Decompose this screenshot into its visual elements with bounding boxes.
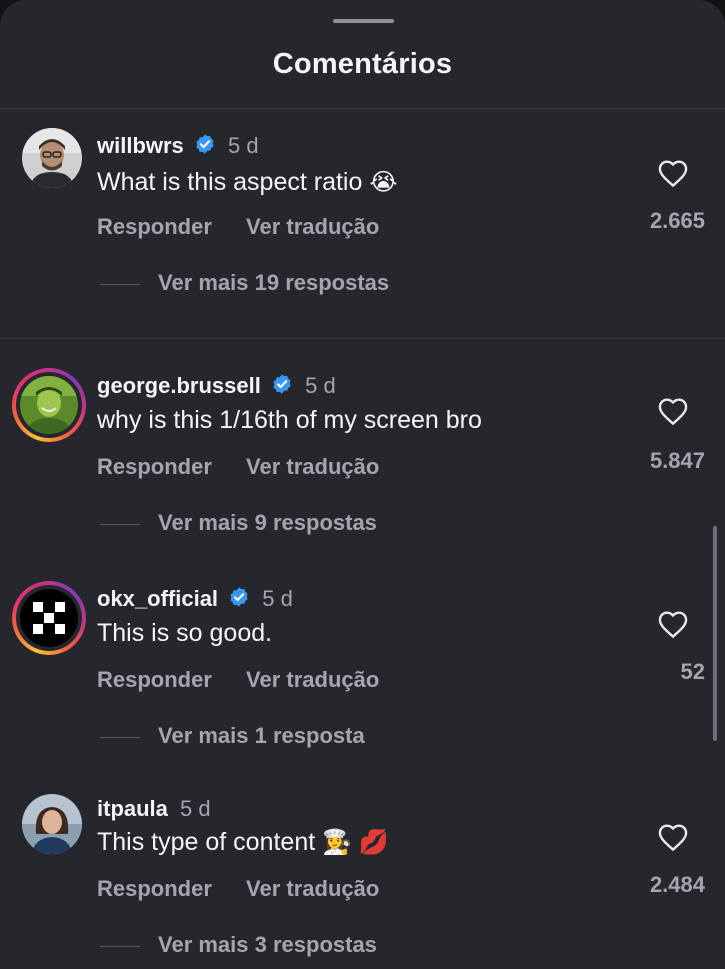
comment-meta: george.brussell 5 d xyxy=(97,373,336,399)
comment-time: 5 d xyxy=(262,586,293,611)
sheet-grabber-handle[interactable] xyxy=(333,19,394,23)
comment-meta: willbwrs 5 d xyxy=(97,133,259,159)
comment-text-body: why is this 1/16th of my screen bro xyxy=(97,406,482,434)
view-more-replies-button[interactable]: Ver mais 9 respostas xyxy=(100,510,377,536)
verified-badge-icon xyxy=(196,134,214,154)
comment-text: why is this 1/16th of my screen bro xyxy=(97,406,482,435)
comment-actions: Responder Ver tradução xyxy=(97,214,407,240)
comment-emoji: 😭 xyxy=(369,169,398,196)
comment-meta: itpaula 5 d xyxy=(97,796,211,822)
reply-button[interactable]: Responder xyxy=(97,667,212,692)
heart-icon[interactable] xyxy=(657,609,689,639)
replies-line xyxy=(100,523,140,525)
translate-button[interactable]: Ver tradução xyxy=(246,876,379,901)
reply-button[interactable]: Responder xyxy=(97,876,212,901)
replies-line xyxy=(100,283,140,285)
translate-button[interactable]: Ver tradução xyxy=(246,214,379,239)
comment-separator xyxy=(0,338,725,339)
like-count: 5.847 xyxy=(649,448,705,473)
avatar[interactable] xyxy=(22,128,82,188)
username[interactable]: george.brussell xyxy=(97,373,261,398)
comment-actions: Responder Ver tradução xyxy=(97,454,407,480)
username[interactable]: okx_official xyxy=(97,586,218,611)
heart-icon[interactable] xyxy=(657,396,689,426)
reply-button[interactable]: Responder xyxy=(97,214,212,239)
translate-button[interactable]: Ver tradução xyxy=(246,667,379,692)
story-ring[interactable] xyxy=(12,368,86,442)
comment-time: 5 d xyxy=(305,373,336,398)
comment-meta: okx_official 5 d xyxy=(97,586,293,612)
view-more-replies-label: Ver mais 1 resposta xyxy=(158,723,365,748)
comment-time: 5 d xyxy=(228,133,259,158)
view-more-replies-label: Ver mais 3 respostas xyxy=(158,932,377,957)
reply-button[interactable]: Responder xyxy=(97,454,212,479)
heart-icon[interactable] xyxy=(657,822,689,852)
view-more-replies-button[interactable]: Ver mais 3 respostas xyxy=(100,932,377,958)
comment-text: What is this aspect ratio 😭 xyxy=(97,168,397,197)
comment-text-body: This is so good. xyxy=(97,619,273,647)
view-more-replies-button[interactable]: Ver mais 1 resposta xyxy=(100,723,365,749)
story-ring[interactable] xyxy=(12,581,86,655)
like-count: 2.484 xyxy=(649,872,705,897)
username[interactable]: itpaula xyxy=(97,796,168,821)
comment-actions: Responder Ver tradução xyxy=(97,667,407,693)
comment-text: This is so good. xyxy=(97,619,272,648)
heart-icon[interactable] xyxy=(657,158,689,188)
sheet-title: Comentários xyxy=(272,48,453,80)
comment-emoji: 👩‍🍳 💋 xyxy=(322,829,389,856)
verified-badge-icon xyxy=(273,374,291,394)
comment-text: This type of content 👩‍🍳 💋 xyxy=(97,828,389,857)
comments-sheet: Comentários willbwrs 5 d What is this as… xyxy=(0,0,725,969)
view-more-replies-label: Ver mais 9 respostas xyxy=(158,510,377,535)
comment-text-body: This type of content xyxy=(97,828,316,856)
like-count: 52 xyxy=(680,659,705,684)
avatar xyxy=(20,589,78,647)
comment-actions: Responder Ver tradução xyxy=(97,876,407,902)
like-count: 2.665 xyxy=(649,208,705,233)
scrollbar[interactable] xyxy=(713,526,717,741)
header-divider xyxy=(0,108,725,109)
avatar[interactable] xyxy=(22,794,82,854)
translate-button[interactable]: Ver tradução xyxy=(246,454,379,479)
avatar xyxy=(20,376,78,434)
view-more-replies-label: Ver mais 19 respostas xyxy=(158,270,390,295)
view-more-replies-button[interactable]: Ver mais 19 respostas xyxy=(100,270,389,296)
comment-text-body: What is this aspect ratio xyxy=(97,168,363,196)
comment-time: 5 d xyxy=(180,796,211,821)
username[interactable]: willbwrs xyxy=(97,133,184,158)
replies-line xyxy=(100,945,140,947)
verified-badge-icon xyxy=(230,587,248,607)
replies-line xyxy=(100,736,140,738)
